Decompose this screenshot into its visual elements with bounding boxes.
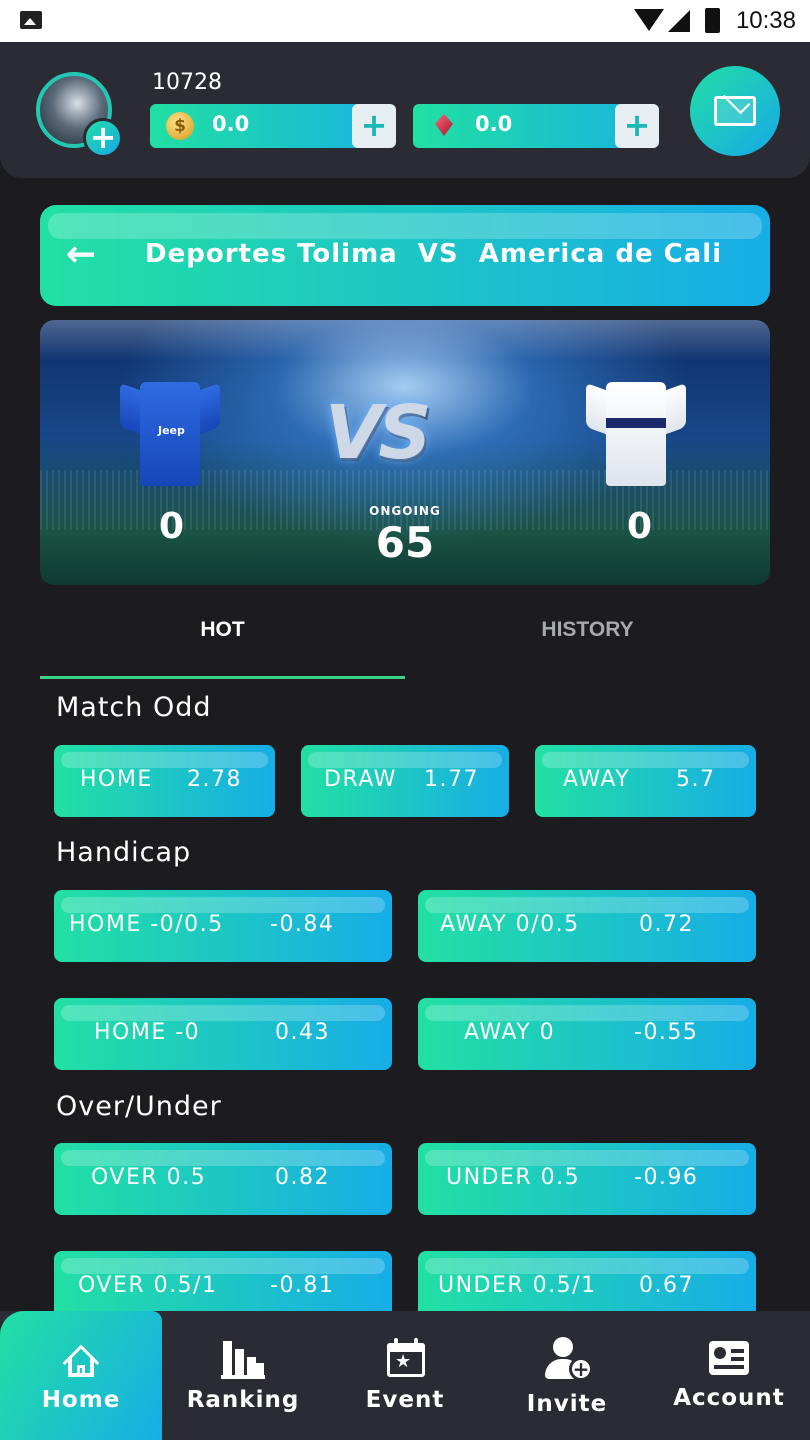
add-user-icon: + (545, 1337, 593, 1381)
odd-label: AWAY 0/0.5 (440, 912, 580, 937)
bottom-nav: Home Ranking ★ Event + Invite Account (0, 1311, 810, 1440)
odd-value: 5.7 (676, 767, 716, 792)
odd-button-away[interactable]: AWAY 5.7 (535, 745, 756, 817)
home-score: 0 (159, 506, 185, 547)
nav-label: Event (365, 1387, 445, 1413)
calendar-star-icon: ★ (383, 1337, 427, 1379)
odd-label: OVER 0.5 (91, 1165, 207, 1190)
handicap-button[interactable]: HOME -0 0.43 (54, 998, 392, 1070)
odd-label: OVER 0.5/1 (78, 1273, 218, 1298)
match-title: Deportes Tolima VS America de Cali (145, 239, 723, 269)
active-tab-indicator (40, 676, 405, 679)
odd-value: -0.81 (270, 1273, 335, 1298)
odd-value: 2.78 (187, 767, 242, 792)
section-over-under: Over/Under (56, 1091, 222, 1122)
match-title-card: ← Deportes Tolima VS America de Cali (40, 205, 770, 306)
home-jersey-icon: Jeep (120, 382, 220, 486)
handicap-button[interactable]: HOME -0/0.5 -0.84 (54, 890, 392, 962)
odd-value: -0.55 (634, 1020, 699, 1045)
tab-bar: HOT HISTORY (40, 600, 770, 682)
scoreboard: Jeep VS 0 ONGOING 65 0 (40, 320, 770, 585)
gem-icon (429, 112, 457, 140)
odd-label: UNDER 0.5 (446, 1165, 581, 1190)
status-bar: 10:38 (0, 0, 810, 42)
id-card-icon (707, 1337, 751, 1379)
vs-logo: VS (325, 390, 432, 476)
status-time: 10:38 (735, 7, 796, 34)
match-status: ONGOING (369, 504, 441, 518)
odd-value: 0.67 (639, 1273, 694, 1298)
odd-value: 0.72 (639, 912, 694, 937)
ranking-icon (221, 1337, 265, 1379)
nav-label: Ranking (186, 1387, 300, 1413)
coin-balance-value: 0.0 (212, 112, 250, 136)
odd-button-home[interactable]: HOME 2.78 (54, 745, 275, 817)
home-icon (59, 1337, 103, 1382)
user-header: + 10728 $ 0.0 + 0.0 + (0, 42, 810, 178)
section-match-odd: Match Odd (56, 692, 212, 723)
odd-value: 1.77 (424, 767, 479, 792)
user-id: 10728 (152, 70, 222, 95)
nav-invite[interactable]: + Invite (486, 1311, 648, 1440)
wifi-icon (634, 9, 664, 31)
odd-label: HOME -0/0.5 (69, 912, 224, 937)
coin-balance: $ 0.0 + (150, 104, 396, 148)
handicap-button[interactable]: AWAY 0/0.5 0.72 (418, 890, 756, 962)
cell-signal-icon (668, 10, 690, 32)
nav-label: Invite (526, 1391, 608, 1417)
tab-hot[interactable]: HOT (40, 600, 405, 682)
handicap-button[interactable]: AWAY 0 -0.55 (418, 998, 756, 1070)
battery-icon (705, 8, 720, 33)
nav-event[interactable]: ★ Event (324, 1311, 486, 1440)
odd-button-draw[interactable]: DRAW 1.77 (301, 745, 509, 817)
odd-value: 0.43 (275, 1020, 330, 1045)
odd-value: -0.96 (634, 1165, 699, 1190)
over-under-button[interactable]: UNDER 0.5 -0.96 (418, 1143, 756, 1215)
coin-icon: $ (166, 112, 194, 140)
nav-label: Account (673, 1385, 785, 1411)
add-gems-button[interactable]: + (615, 104, 659, 148)
nav-ranking[interactable]: Ranking (162, 1311, 324, 1440)
back-arrow-icon[interactable]: ← (66, 237, 96, 273)
odd-label: DRAW (324, 767, 397, 792)
home-jersey-sponsor: Jeep (158, 424, 185, 437)
image-notification-icon (20, 11, 42, 29)
odd-label: UNDER 0.5/1 (438, 1273, 597, 1298)
gem-balance: 0.0 + (413, 104, 659, 148)
odd-label: HOME -0 (94, 1020, 201, 1045)
over-under-button[interactable]: OVER 0.5 0.82 (54, 1143, 392, 1215)
odd-label: HOME (80, 767, 153, 792)
add-avatar-icon[interactable]: + (83, 118, 123, 158)
section-handicap: Handicap (56, 837, 192, 868)
tab-history[interactable]: HISTORY (405, 600, 770, 682)
nav-home[interactable]: Home (0, 1311, 162, 1440)
odd-label: AWAY 0 (464, 1020, 556, 1045)
match-minute: 65 (375, 518, 435, 567)
add-coins-button[interactable]: + (352, 104, 396, 148)
nav-account[interactable]: Account (648, 1311, 810, 1440)
envelope-icon (714, 96, 756, 126)
mail-button[interactable] (690, 66, 780, 156)
away-score: 0 (627, 506, 653, 547)
odd-value: 0.82 (275, 1165, 330, 1190)
odd-value: -0.84 (270, 912, 335, 937)
odd-label: AWAY (563, 767, 631, 792)
away-jersey-icon (586, 382, 686, 486)
nav-label: Home (41, 1387, 121, 1413)
gem-balance-value: 0.0 (475, 112, 513, 136)
